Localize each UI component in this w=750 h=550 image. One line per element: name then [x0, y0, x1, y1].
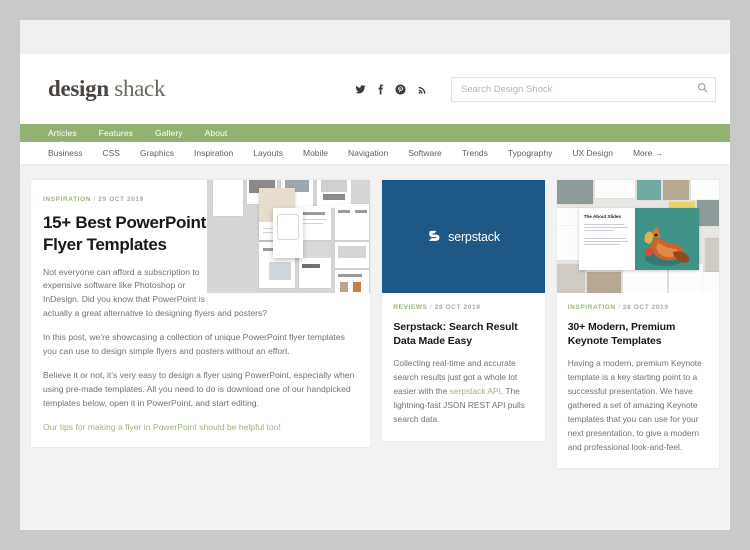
meta-separator: /	[618, 304, 621, 311]
subnav-item-layouts[interactable]: Layouts	[253, 148, 283, 158]
top-strip	[20, 20, 730, 54]
serpstack-card-category[interactable]: REVIEWS	[393, 304, 427, 311]
browser-viewport: design shack Search Design Shock Article…	[20, 20, 730, 530]
serpstack-logo-icon	[427, 229, 442, 244]
header-right	[355, 76, 716, 102]
logo-light: shack	[114, 76, 166, 101]
featured-article-date: 29 OCT 2019	[98, 196, 144, 203]
keynote-front-slide-title: The About Slides	[583, 214, 622, 219]
article-card-keynote[interactable]: The About Slides INSPIRATION / 28 OCT 20…	[555, 179, 720, 470]
keynote-front-slide: The About Slides	[578, 208, 699, 270]
featured-article-title[interactable]: 15+ Best PowerPoint Flyer Templates	[43, 212, 208, 256]
keynote-card-title[interactable]: 30+ Modern, Premium Keynote Templates	[568, 320, 708, 348]
keynote-card-date: 28 OCT 2019	[622, 304, 669, 311]
meta-separator: /	[93, 196, 96, 203]
search-icon[interactable]	[697, 80, 708, 98]
primary-navigation: Articles Features Gallery About	[20, 124, 730, 142]
featured-article-category[interactable]: INSPIRATION	[43, 196, 91, 203]
search-bar[interactable]	[451, 76, 716, 102]
featured-article-card[interactable]: INSPIRATION / 29 OCT 2019 15+ Best Power…	[30, 179, 372, 448]
featured-article-tip-line: Our tips for making a flyer in PowerPoin…	[43, 421, 360, 435]
featured-article-thumbnail[interactable]	[207, 180, 371, 293]
subnav-item-graphics[interactable]: Graphics	[140, 148, 174, 158]
subnav-item-trends[interactable]: Trends	[462, 148, 488, 158]
keynote-card-body: INSPIRATION / 28 OCT 2019 30+ Modern, Pr…	[557, 293, 719, 468]
nav-item-gallery[interactable]: Gallery	[155, 128, 183, 138]
subnav-item-ux-design[interactable]: UX Design	[572, 148, 613, 158]
serpstack-card-body: REVIEWS / 28 OCT 2019 Serpstack: Search …	[382, 293, 544, 441]
logo-bold: design	[48, 76, 109, 101]
subnav-item-navigation[interactable]: Navigation	[348, 148, 388, 158]
featured-article-paragraph-3: Believe it or not, it’s very easy to des…	[43, 370, 355, 408]
nav-item-articles[interactable]: Articles	[48, 128, 77, 138]
subnav-item-inspiration[interactable]: Inspiration	[194, 148, 233, 158]
article-grid: INSPIRATION / 29 OCT 2019 15+ Best Power…	[20, 165, 730, 470]
facebook-icon[interactable]	[377, 83, 384, 95]
serpstack-card-meta: REVIEWS / 28 OCT 2019	[393, 304, 533, 311]
serpstack-card-excerpt: Collecting real-time and accurate search…	[393, 357, 533, 426]
featured-article-paragraph-2: In this post, we’re showcasing a collect…	[43, 332, 345, 357]
twitter-icon[interactable]	[355, 84, 366, 95]
serpstack-logo-text: serpstack	[448, 229, 500, 244]
social-links	[355, 83, 427, 95]
article-card-serpstack[interactable]: serpstack REVIEWS / 28 OCT 2019 Serpstac…	[381, 179, 546, 442]
keynote-card-excerpt: Having a modern, premium Keynote templat…	[567, 358, 702, 452]
keynote-card-meta: INSPIRATION / 28 OCT 2019	[568, 304, 708, 311]
featured-article-tip-link[interactable]: Our tips for making a flyer in PowerPoin…	[43, 422, 281, 432]
subnav-item-business[interactable]: Business	[48, 148, 83, 158]
subnav-item-typography[interactable]: Typography	[508, 148, 552, 158]
serpstack-card-title[interactable]: Serpstack: Search Result Data Made Easy	[393, 320, 533, 348]
secondary-navigation: Business CSS Graphics Inspiration Layout…	[20, 142, 730, 165]
nav-item-features[interactable]: Features	[99, 128, 133, 138]
serpstack-api-link[interactable]: serpstack API	[450, 386, 501, 396]
nav-item-about[interactable]: About	[205, 128, 228, 138]
search-input[interactable]	[459, 82, 697, 96]
fox-illustration	[644, 226, 689, 266]
subnav-item-mobile[interactable]: Mobile	[303, 148, 328, 158]
keynote-card-category[interactable]: INSPIRATION	[568, 304, 616, 311]
site-logo[interactable]: design shack	[48, 76, 165, 102]
serpstack-card-date: 28 OCT 2019	[434, 304, 481, 311]
subnav-item-css[interactable]: CSS	[103, 148, 120, 158]
serpstack-thumbnail[interactable]: serpstack	[382, 180, 545, 293]
keynote-thumbnail[interactable]: The About Slides	[556, 180, 719, 293]
subnav-item-software[interactable]: Software	[408, 148, 442, 158]
rss-icon[interactable]	[417, 84, 427, 95]
subnav-item-more[interactable]: More →	[633, 148, 663, 158]
site-header: design shack	[20, 54, 730, 124]
pinterest-icon[interactable]	[395, 83, 406, 95]
meta-separator: /	[429, 304, 433, 311]
